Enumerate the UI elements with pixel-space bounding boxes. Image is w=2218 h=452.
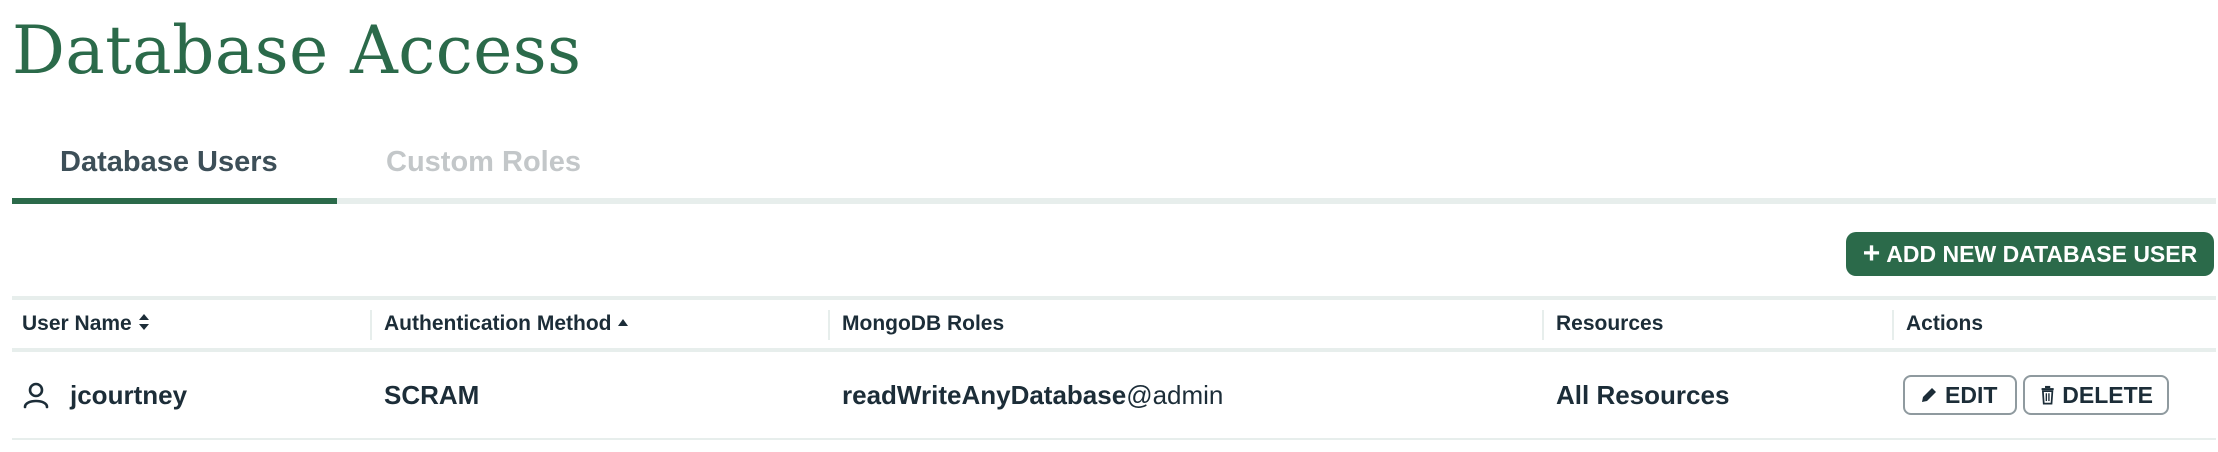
user-icon xyxy=(23,382,49,409)
add-new-database-user-button[interactable]: + ADD NEW DATABASE USER xyxy=(1846,232,2214,276)
column-divider xyxy=(1542,310,1544,340)
database-users-table: User Name Authentication Method MongoDB … xyxy=(12,296,2216,440)
actions-cell: EDIT DELETE xyxy=(1903,352,2169,438)
tab-custom-roles[interactable]: Custom Roles xyxy=(386,146,581,179)
add-button-label: ADD NEW DATABASE USER xyxy=(1886,240,2198,267)
column-label: Actions xyxy=(1906,312,1984,335)
tab-database-users[interactable]: Database Users xyxy=(60,146,278,179)
pencil-icon xyxy=(1922,388,1936,402)
active-tab-indicator xyxy=(12,198,337,204)
column-divider xyxy=(370,310,372,340)
resources-cell: All Resources xyxy=(1556,379,1730,410)
edit-button[interactable]: EDIT xyxy=(1903,375,2017,415)
edit-label: EDIT xyxy=(1945,381,1998,408)
delete-button[interactable]: DELETE xyxy=(2023,375,2169,415)
user-name-cell: jcourtney xyxy=(22,352,187,438)
roles-cell: readWriteAnyDatabase @admin xyxy=(842,352,1223,438)
role-database: @admin xyxy=(1126,379,1224,410)
column-divider xyxy=(828,310,830,340)
table-header: User Name Authentication Method MongoDB … xyxy=(12,296,2216,352)
tab-bar: Database Users Custom Roles xyxy=(12,132,2216,204)
column-label: User Name xyxy=(22,312,132,335)
sort-ascending-icon xyxy=(617,315,629,333)
column-header-actions: Actions xyxy=(1892,300,1984,348)
table-row: jcourtney SCRAM readWriteAnyDatabase @adm… xyxy=(12,352,2216,440)
column-label: Resources xyxy=(1556,312,1664,335)
trash-icon xyxy=(2041,385,2054,405)
sort-both-icon xyxy=(138,313,150,336)
column-label: MongoDB Roles xyxy=(842,312,1005,335)
auth-method-cell: SCRAM xyxy=(384,379,480,410)
role-name: readWriteAnyDatabase xyxy=(842,379,1127,410)
delete-label: DELETE xyxy=(2062,381,2153,408)
column-header-user-name[interactable]: User Name xyxy=(22,300,150,348)
column-header-mongodb-roles: MongoDB Roles xyxy=(828,300,1005,348)
column-divider xyxy=(1892,310,1894,340)
page-title: Database Access xyxy=(12,12,582,89)
column-label: Authentication Method xyxy=(384,312,612,335)
column-header-authentication-method[interactable]: Authentication Method xyxy=(370,300,629,348)
plus-icon: + xyxy=(1862,237,1881,270)
user-name: jcourtney xyxy=(70,379,188,410)
column-header-resources: Resources xyxy=(1542,300,1664,348)
tab-rail xyxy=(12,198,2216,204)
